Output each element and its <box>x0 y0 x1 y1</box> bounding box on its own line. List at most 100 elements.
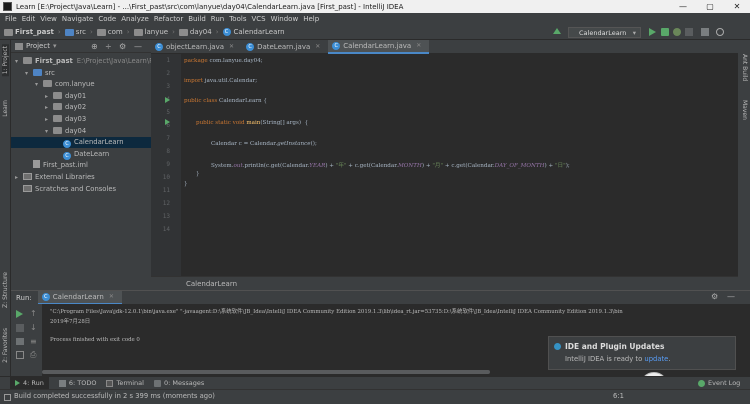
tree-item[interactable]: ▾ First_past E:\Project\Java\Learn\Firs <box>15 56 161 67</box>
gear-icon[interactable]: ⚙ <box>119 42 126 51</box>
wrap-icon[interactable]: ≡ <box>30 337 37 346</box>
tree-item[interactable]: ▾ day04 <box>45 126 86 137</box>
close-button[interactable]: ✕ <box>724 0 750 13</box>
hide-panel-icon[interactable]: — <box>134 42 142 51</box>
expand-right-icon[interactable]: ▸ <box>15 172 23 183</box>
close-icon[interactable]: ✕ <box>315 43 320 50</box>
collapse-icon[interactable]: ÷ <box>105 42 112 51</box>
tab-objectlearn[interactable]: CobjectLearn.java ✕ <box>151 40 242 54</box>
editor-breadcrumb[interactable]: CalendarLearn <box>151 276 738 290</box>
tree-item[interactable]: First_past.iml <box>25 160 88 171</box>
menu-file[interactable]: File <box>5 15 17 23</box>
breadcrumb-item[interactable]: C CalendarLearn <box>222 28 285 36</box>
restore-layout-icon[interactable] <box>16 351 24 359</box>
todo-tool-button[interactable]: 6: TODO <box>58 379 96 387</box>
breadcrumb-item[interactable]: lanyue › <box>133 28 175 36</box>
run-icon[interactable] <box>649 28 656 36</box>
ant-build-tool-button[interactable]: Ant Build <box>741 54 748 81</box>
tree-item[interactable]: Scratches and Consoles <box>15 184 116 195</box>
maven-tool-button[interactable]: Maven <box>741 100 748 120</box>
menu-navigate[interactable]: Navigate <box>62 15 93 23</box>
menu-tools[interactable]: Tools <box>229 15 246 23</box>
expand-right-icon[interactable]: ▸ <box>45 91 53 102</box>
tree-item[interactable]: ▸ day03 <box>45 114 86 125</box>
tree-item[interactable]: ▾ com.lanyue <box>35 79 95 90</box>
menu-view[interactable]: View <box>40 15 57 23</box>
left-tool-strip: 1: Project Learn Z: Structure 2: Favorit… <box>0 40 11 376</box>
code-line: package com.lanyue.day04; <box>184 58 263 64</box>
gear-icon[interactable]: ⚙ <box>711 292 718 301</box>
tree-item[interactable]: ▸ External Libraries <box>15 172 95 183</box>
print-icon[interactable]: ⎙ <box>30 350 36 360</box>
tree-item[interactable]: C DateLearn <box>55 149 109 160</box>
minimize-button[interactable]: — <box>670 0 696 13</box>
expand-down-icon[interactable]: ▾ <box>35 79 43 90</box>
rerun-icon[interactable] <box>16 310 23 318</box>
class-icon: C <box>41 292 50 301</box>
close-icon[interactable]: ✕ <box>229 43 234 50</box>
stop-icon[interactable] <box>16 324 24 332</box>
update-notification[interactable]: IDE and Plugin Updates IntelliJ IDEA is … <box>548 336 736 370</box>
event-log-tool-button[interactable]: Event Log <box>698 379 740 387</box>
run-class-gutter-icon[interactable] <box>165 97 170 103</box>
structure-tool-button[interactable]: Z: Structure <box>2 272 9 308</box>
learn-tool-button[interactable]: Learn <box>2 100 9 117</box>
tab-calendarlearn[interactable]: C CalendarLearn.java ✕ <box>328 39 430 54</box>
tree-item[interactable]: ▸ day02 <box>45 102 86 113</box>
expand-down-icon[interactable]: ▾ <box>25 68 33 79</box>
tree-item-label: CalendarLearn <box>74 138 124 147</box>
menu-build[interactable]: Build <box>188 15 206 23</box>
update-link[interactable]: update <box>644 355 668 363</box>
code-editor[interactable]: package com.lanyue.day04; import java.ut… <box>181 54 738 276</box>
camera-icon[interactable] <box>16 338 24 345</box>
close-icon[interactable]: ✕ <box>416 42 421 49</box>
tree-item[interactable]: C CalendarLearn <box>11 137 151 149</box>
terminal-tool-button[interactable]: Terminal <box>106 379 144 387</box>
expand-down-icon[interactable]: ▾ <box>15 56 23 67</box>
caret-position[interactable]: 6:1 <box>613 392 624 400</box>
breadcrumb-item[interactable]: First_past › <box>4 28 61 36</box>
menu-refactor[interactable]: Refactor <box>154 15 183 23</box>
run-main-gutter-icon[interactable] <box>165 119 170 125</box>
hide-panel-icon[interactable]: — <box>727 292 735 301</box>
close-icon[interactable]: ✕ <box>109 293 114 300</box>
menu-vcs[interactable]: VCS <box>251 15 265 23</box>
run-configuration-select[interactable]: CalendarLearn ▾ <box>568 27 641 38</box>
menu-window[interactable]: Window <box>271 15 299 23</box>
horizontal-scrollbar[interactable] <box>42 370 490 374</box>
breadcrumb-item[interactable]: src › <box>64 28 93 36</box>
search-icon[interactable] <box>716 28 724 36</box>
folder-icon <box>23 57 32 64</box>
expand-right-icon[interactable]: ▸ <box>45 114 53 125</box>
arrow-down-icon[interactable]: ↓ <box>30 323 37 332</box>
tree-item[interactable]: ▸ day01 <box>45 91 86 102</box>
class-icon: C <box>155 42 163 51</box>
locate-target-icon[interactable]: ⊕ <box>91 42 98 51</box>
stop-icon[interactable] <box>685 28 693 36</box>
coverage-icon[interactable] <box>673 28 681 36</box>
status-toggle-icon[interactable] <box>4 394 11 401</box>
menu-code[interactable]: Code <box>98 15 116 23</box>
title-bar: Learn [E:\Project\Java\Learn] - ...\Firs… <box>0 0 750 13</box>
menu-run[interactable]: Run <box>211 15 224 23</box>
build-hammer-icon[interactable] <box>553 28 561 34</box>
tab-run-calendarlearn[interactable]: C CalendarLearn ✕ <box>37 290 122 305</box>
arrow-up-icon[interactable]: ↑ <box>30 309 37 318</box>
breadcrumb-item[interactable]: com › <box>96 28 130 36</box>
expand-down-icon[interactable]: ▾ <box>45 126 53 137</box>
tree-item[interactable]: ▾ src <box>25 68 55 79</box>
expand-right-icon[interactable]: ▸ <box>45 102 53 113</box>
messages-tool-button[interactable]: 0: Messages <box>153 379 204 387</box>
project-structure-icon[interactable] <box>701 28 709 36</box>
favorites-tool-button[interactable]: 2: Favorites <box>2 328 9 363</box>
run-tool-button[interactable]: 4: Run <box>10 376 49 390</box>
menu-edit[interactable]: Edit <box>22 15 36 23</box>
project-view-select[interactable]: Project <box>26 42 50 50</box>
breadcrumb-item[interactable]: day04 › <box>178 28 219 36</box>
debug-icon[interactable] <box>661 28 669 36</box>
maximize-button[interactable]: ▢ <box>697 0 723 13</box>
menu-help[interactable]: Help <box>303 15 319 23</box>
tab-datelearn[interactable]: C DateLearn.java ✕ <box>242 40 328 54</box>
project-tool-button[interactable]: 1: Project <box>2 44 9 77</box>
menu-analyze[interactable]: Analyze <box>121 15 149 23</box>
